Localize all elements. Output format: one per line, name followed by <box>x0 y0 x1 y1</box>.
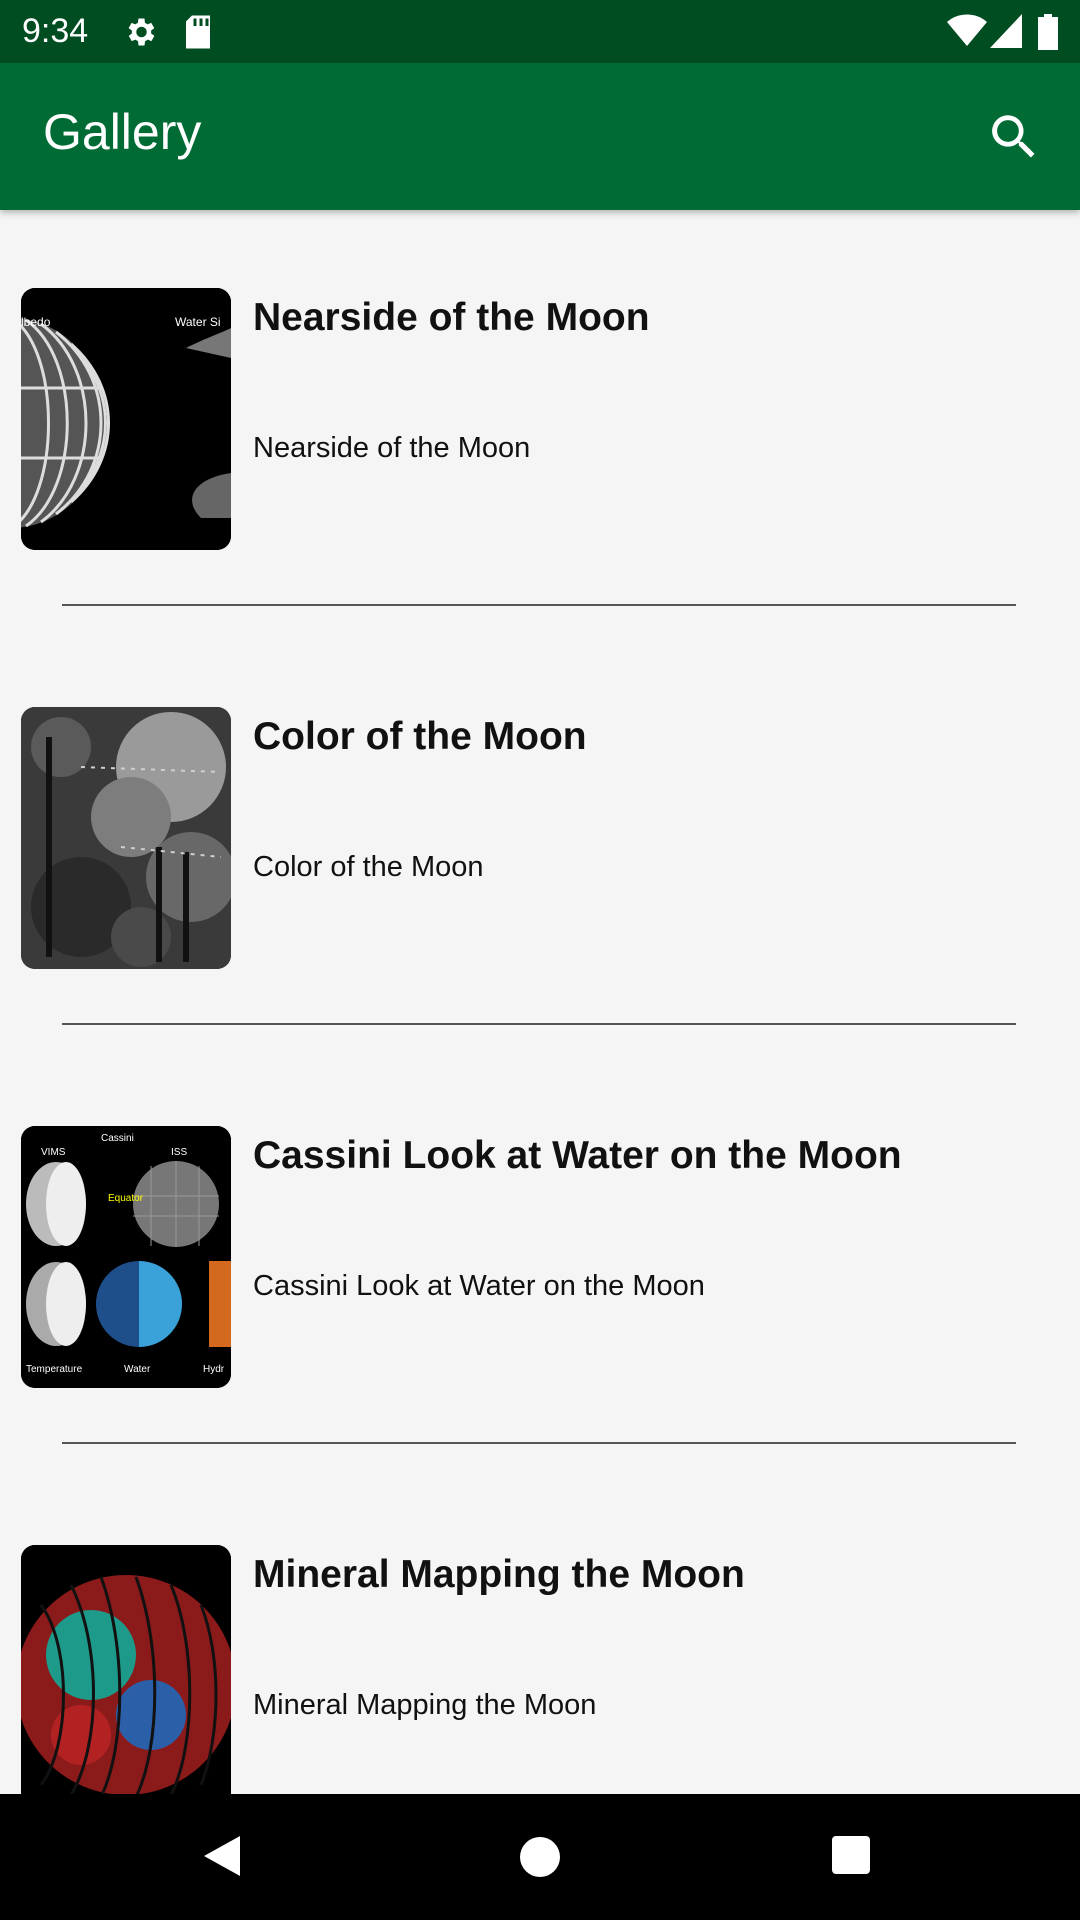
battery-icon <box>1038 14 1058 55</box>
divider <box>62 1442 1016 1444</box>
item-title: Mineral Mapping the Moon <box>253 1553 745 1596</box>
home-icon <box>517 1837 563 1884</box>
item-title: Nearside of the Moon <box>253 296 650 339</box>
item-subtitle: Cassini Look at Water on the Moon <box>253 1270 705 1302</box>
home-button[interactable] <box>517 1834 563 1885</box>
navigation-bar <box>0 1794 1080 1920</box>
thumb-label: VIMS <box>41 1147 66 1158</box>
thumb-label: Water <box>124 1364 151 1375</box>
back-icon <box>200 1836 244 1884</box>
thumb-label: Cassini <box>101 1133 134 1144</box>
thumb-label: Water Si <box>175 315 221 329</box>
back-button[interactable] <box>200 1832 244 1885</box>
item-thumbnail: Cassini VIMS ISS Equator Temperature Wat… <box>21 1126 231 1388</box>
item-thumbnail <box>21 707 231 969</box>
thumb-label: ISS <box>171 1147 187 1158</box>
status-time: 9:34 <box>22 12 89 50</box>
list-item[interactable]: lbedo Water Si Nearside of the Moon Near… <box>0 210 1080 610</box>
item-subtitle: Color of the Moon <box>253 851 484 883</box>
list-item[interactable]: Cassini VIMS ISS Equator Temperature Wat… <box>0 1048 1080 1448</box>
recents-icon <box>830 1836 872 1880</box>
gear-icon <box>122 14 158 55</box>
search-icon <box>985 115 1043 170</box>
item-title: Color of the Moon <box>253 715 587 758</box>
item-subtitle: Mineral Mapping the Moon <box>253 1689 597 1721</box>
sd-card-icon <box>183 14 213 55</box>
thumb-label: Hydr <box>203 1364 225 1375</box>
app-title: Gallery <box>43 104 202 160</box>
status-bar: 9:34 <box>0 0 1080 63</box>
item-title: Cassini Look at Water on the Moon <box>253 1134 902 1177</box>
recents-button[interactable] <box>830 1834 872 1881</box>
search-button[interactable] <box>985 108 1043 166</box>
app-bar: Gallery <box>0 63 1080 210</box>
item-thumbnail <box>21 1545 231 1807</box>
item-subtitle: Nearside of the Moon <box>253 432 531 464</box>
thumb-label: Temperature <box>26 1364 83 1375</box>
divider <box>62 604 1016 606</box>
wifi-icon <box>947 14 987 53</box>
list-item[interactable]: Color of the Moon Color of the Moon <box>0 629 1080 1029</box>
divider <box>62 1023 1016 1025</box>
thumb-label: lbedo <box>21 315 51 329</box>
thumb-label: Equator <box>108 1193 144 1204</box>
item-thumbnail: lbedo Water Si <box>21 288 231 550</box>
signal-icon <box>990 14 1022 53</box>
